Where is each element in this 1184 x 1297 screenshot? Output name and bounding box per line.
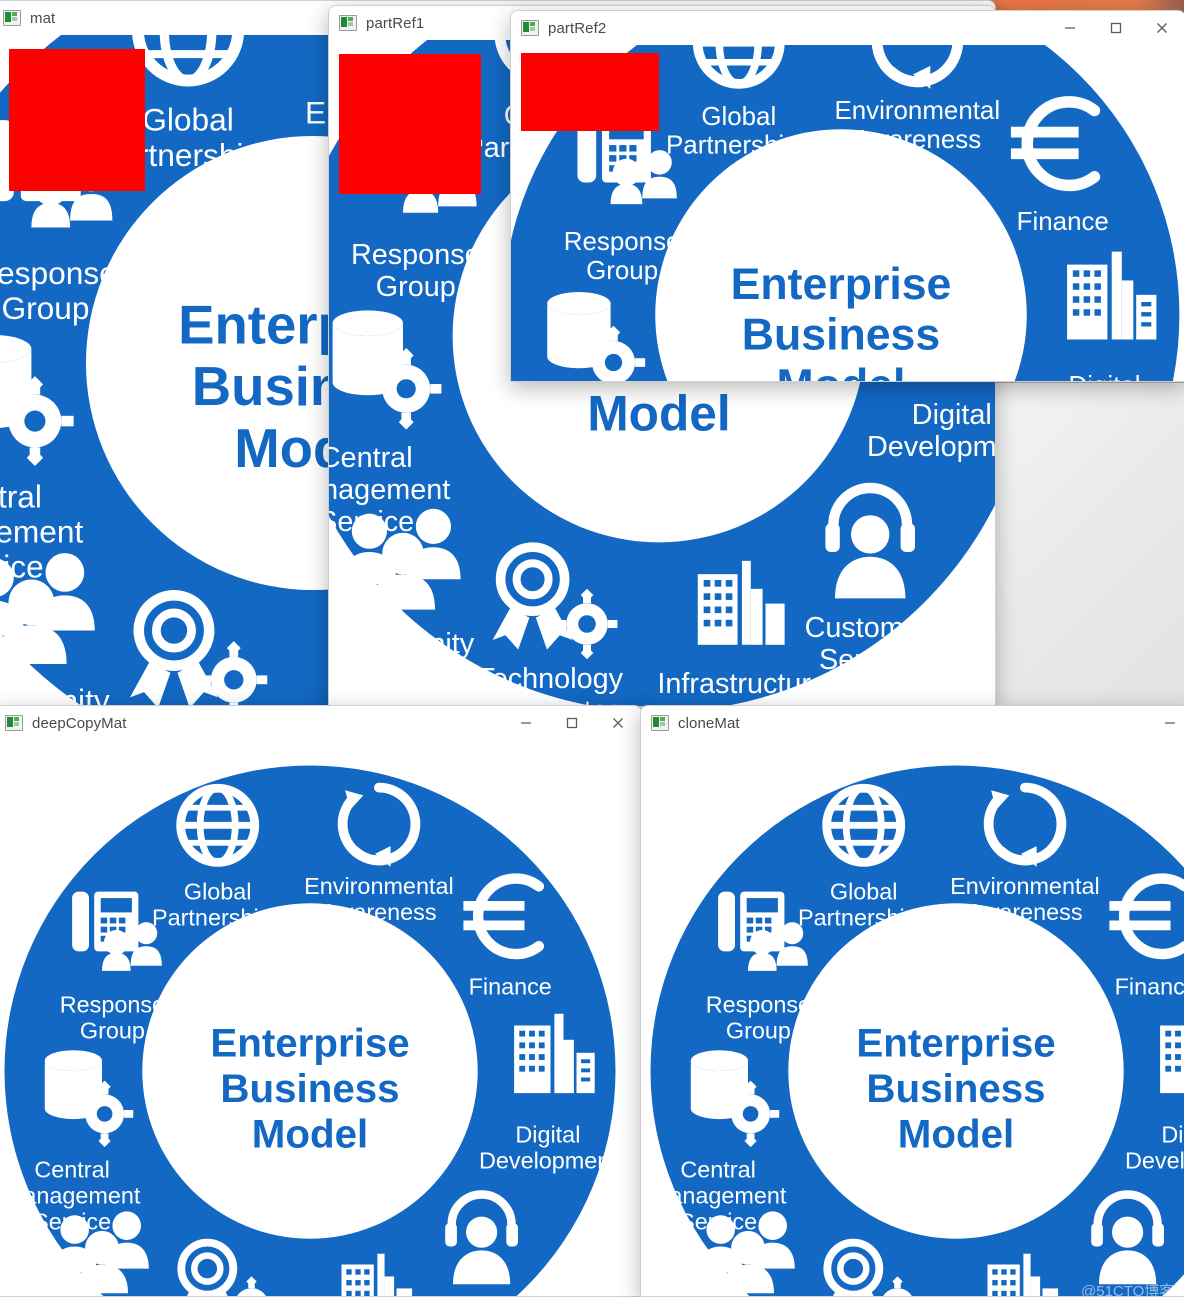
window-clonemat[interactable]: cloneMat Enterprise Business Model bbox=[640, 705, 1184, 1297]
svg-text:Digital: Digital bbox=[1161, 1122, 1184, 1148]
svg-text:Infrastructure: Infrastructure bbox=[657, 668, 827, 700]
svg-text:Response: Response bbox=[0, 255, 117, 291]
window-title-mat: mat bbox=[30, 10, 55, 27]
svg-text:Finance: Finance bbox=[1115, 973, 1184, 999]
svg-text:Customer: Customer bbox=[1074, 1294, 1176, 1296]
svg-text:Central: Central bbox=[329, 442, 413, 474]
svg-text:Digital: Digital bbox=[1069, 372, 1141, 381]
svg-text:Technology: Technology bbox=[477, 663, 623, 695]
svg-text:Service: Service bbox=[679, 1209, 757, 1235]
window-title-partref1: partRef1 bbox=[366, 15, 424, 32]
svg-text:Group: Group bbox=[586, 257, 658, 285]
close-button[interactable] bbox=[1139, 11, 1184, 45]
svg-text:Group: Group bbox=[1, 290, 89, 326]
svg-text:Business: Business bbox=[742, 311, 940, 360]
window-deepcopymat[interactable]: deepCopyMat Enterprise Business Model bbox=[0, 705, 642, 1297]
window-title-clonemat: cloneMat bbox=[678, 715, 740, 732]
enterprise-business-model-diagram: Enterprise Business Model Global Partner… bbox=[0, 746, 635, 1296]
svg-text:Digital: Digital bbox=[912, 399, 992, 431]
image-viewer-icon bbox=[339, 15, 357, 31]
window-title-deepcopymat: deepCopyMat bbox=[32, 715, 127, 732]
svg-text:Awareness: Awareness bbox=[967, 899, 1082, 925]
svg-text:Global: Global bbox=[830, 878, 898, 904]
svg-text:Service: Service bbox=[819, 644, 915, 676]
red-overlay-rect-partref1 bbox=[339, 54, 481, 194]
svg-text:Awareness: Awareness bbox=[321, 899, 436, 925]
minimize-button[interactable] bbox=[1147, 706, 1184, 740]
svg-text:Response: Response bbox=[60, 992, 165, 1018]
titlebar-deepcopymat[interactable]: deepCopyMat bbox=[0, 706, 641, 740]
svg-text:Central: Central bbox=[680, 1157, 755, 1183]
image-viewer-icon bbox=[651, 715, 669, 731]
window-body-clonemat: Enterprise Business Model Global Partner… bbox=[641, 740, 1184, 1296]
titlebar-clonemat[interactable]: cloneMat bbox=[641, 706, 1184, 740]
svg-text:Environmental: Environmental bbox=[304, 873, 454, 899]
svg-text:Management: Management bbox=[4, 1183, 141, 1209]
svg-text:Digital: Digital bbox=[515, 1122, 580, 1148]
maximize-button[interactable] bbox=[549, 706, 595, 740]
red-overlay-rect-partref2 bbox=[521, 53, 659, 131]
svg-text:Group: Group bbox=[726, 1018, 791, 1044]
svg-text:Community: Community bbox=[329, 628, 475, 660]
svg-text:Environmental: Environmental bbox=[835, 97, 1001, 125]
svg-text:Customer: Customer bbox=[428, 1294, 530, 1296]
svg-text:Business: Business bbox=[866, 1066, 1045, 1111]
svg-text:Development: Development bbox=[1125, 1148, 1184, 1174]
window-controls-partref2[interactable] bbox=[1047, 11, 1184, 45]
svg-text:Response: Response bbox=[351, 239, 481, 271]
image-viewer-icon bbox=[5, 715, 23, 731]
svg-text:Service: Service bbox=[0, 549, 44, 585]
red-overlay-rect-mat bbox=[9, 49, 145, 191]
svg-text:Service: Service bbox=[329, 506, 414, 538]
svg-text:Development: Development bbox=[867, 431, 995, 463]
minimize-button[interactable] bbox=[1047, 11, 1093, 45]
svg-text:Global: Global bbox=[701, 103, 776, 131]
window-body-partref2: Enterprise Business Model Global Partner… bbox=[511, 45, 1184, 381]
window-partref2[interactable]: partRef2 Enterprise Business Model bbox=[510, 10, 1184, 382]
svg-text:Management: Management bbox=[329, 474, 450, 506]
svg-text:Partnerships: Partnerships bbox=[152, 904, 283, 930]
svg-text:Finance: Finance bbox=[469, 973, 552, 999]
enterprise-business-model-diagram: Enterprise Business Model Global Partner… bbox=[641, 746, 1184, 1296]
svg-text:Response: Response bbox=[706, 992, 811, 1018]
titlebar-partref2[interactable]: partRef2 bbox=[511, 11, 1184, 45]
svg-text:Central: Central bbox=[0, 478, 42, 514]
svg-text:Response: Response bbox=[564, 228, 681, 256]
svg-text:Enterprise: Enterprise bbox=[856, 1021, 1055, 1066]
svg-text:Environmental: Environmental bbox=[950, 873, 1100, 899]
image-viewer-icon bbox=[3, 10, 21, 26]
window-body-deepcopymat: Enterprise Business Model Global Partner… bbox=[0, 740, 641, 1296]
maximize-button[interactable] bbox=[1093, 11, 1139, 45]
svg-text:Partnerships: Partnerships bbox=[666, 132, 811, 160]
svg-text:Model: Model bbox=[252, 1112, 368, 1157]
svg-text:Service: Service bbox=[33, 1209, 111, 1235]
svg-text:Group: Group bbox=[80, 1018, 145, 1044]
svg-text:Finance: Finance bbox=[1017, 208, 1109, 236]
window-controls-deepcopymat[interactable] bbox=[503, 706, 641, 740]
buildings-icon bbox=[1160, 1014, 1184, 1093]
svg-text:Management: Management bbox=[650, 1183, 787, 1209]
svg-text:Global: Global bbox=[184, 878, 252, 904]
svg-text:Enterprise: Enterprise bbox=[210, 1021, 409, 1066]
svg-text:Model: Model bbox=[587, 385, 730, 441]
window-title-partref2: partRef2 bbox=[548, 20, 606, 37]
svg-text:Group: Group bbox=[376, 271, 456, 303]
svg-text:Model: Model bbox=[777, 361, 906, 381]
minimize-button[interactable] bbox=[503, 706, 549, 740]
window-controls-clonemat[interactable] bbox=[1147, 706, 1184, 740]
close-button[interactable] bbox=[595, 706, 641, 740]
svg-text:Enterprise: Enterprise bbox=[731, 260, 952, 309]
svg-text:Development: Development bbox=[479, 1148, 617, 1174]
empty-panel bbox=[994, 382, 1184, 708]
image-viewer-icon bbox=[521, 20, 539, 36]
svg-text:Customer: Customer bbox=[805, 612, 930, 644]
svg-text:Awareness: Awareness bbox=[853, 126, 981, 154]
svg-text:Management: Management bbox=[0, 514, 84, 550]
svg-text:Model: Model bbox=[898, 1112, 1014, 1157]
svg-text:Partnerships: Partnerships bbox=[798, 904, 929, 930]
svg-text:Global: Global bbox=[142, 102, 234, 138]
svg-text:Central: Central bbox=[34, 1157, 109, 1183]
svg-text:Business: Business bbox=[220, 1066, 399, 1111]
